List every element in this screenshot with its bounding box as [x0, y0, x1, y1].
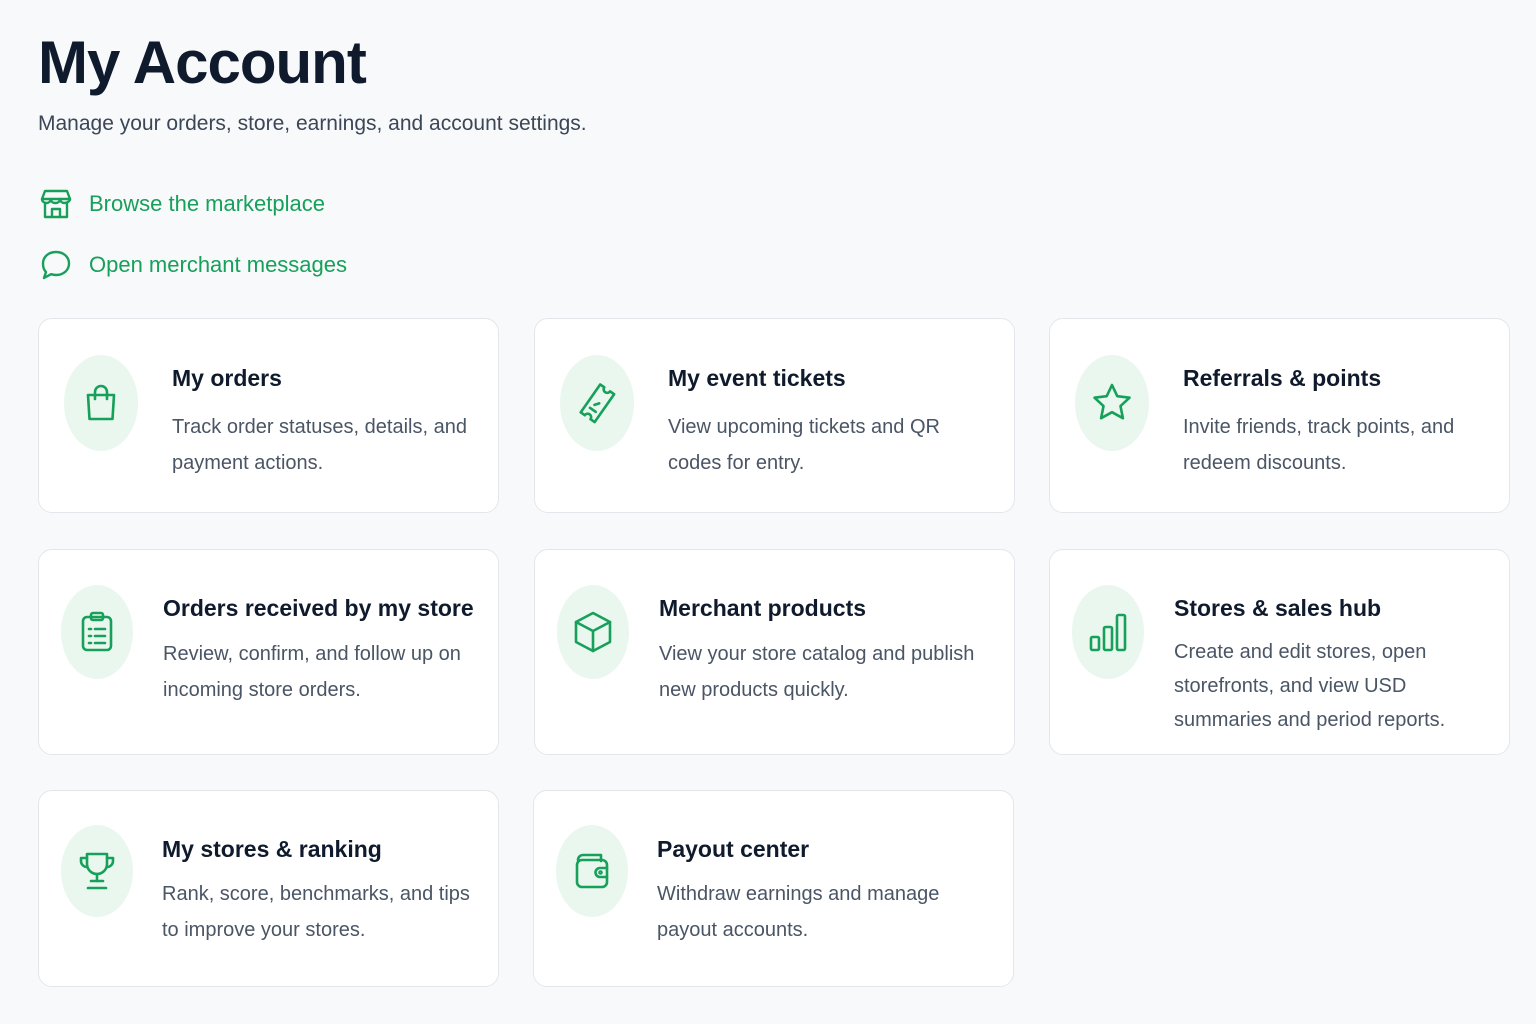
star-icon [1075, 355, 1149, 451]
card-payout-center[interactable]: Payout center Withdraw earnings and mana… [533, 790, 1014, 987]
card-description: View your store catalog and publish new … [659, 643, 975, 701]
card-title: Stores & sales hub [1174, 595, 1382, 621]
card-title: My orders [172, 365, 282, 391]
page-title: My Account [38, 29, 367, 96]
card-my-stores-ranking[interactable]: My stores & ranking Rank, score, benchma… [38, 790, 499, 987]
card-stores-sales-hub[interactable]: Stores & sales hub Create and edit store… [1049, 549, 1510, 755]
card-my-orders[interactable]: My orders Track order statuses, details,… [38, 318, 499, 513]
wallet-icon [556, 825, 628, 917]
card-title: My stores & ranking [162, 836, 382, 862]
card-description: Create and edit stores, open storefronts… [1174, 641, 1446, 731]
ticket-icon [560, 355, 634, 451]
clipboard-list-icon [61, 585, 133, 679]
card-title: My event tickets [668, 365, 846, 391]
card-merchant-products[interactable]: Merchant products View your store catalo… [534, 549, 1015, 755]
box-icon [557, 585, 629, 679]
card-title: Referrals & points [1183, 365, 1382, 391]
page-subtitle: Manage your orders, store, earnings, and… [38, 112, 587, 135]
card-description: Invite friends, track points, and redeem… [1183, 416, 1455, 474]
card-referrals-points[interactable]: Referrals & points Invite friends, track… [1049, 318, 1510, 513]
shopping-bag-icon [64, 355, 138, 451]
storefront-icon [38, 186, 74, 222]
card-description: Review, confirm, and follow up on incomi… [163, 643, 461, 701]
chat-bubble-icon [38, 247, 74, 283]
card-title: Orders received by my store [163, 595, 474, 621]
browse-marketplace-link[interactable]: Browse the marketplace [38, 186, 325, 222]
card-my-event-tickets[interactable]: My event tickets View upcoming tickets a… [534, 318, 1015, 513]
open-merchant-messages-label: Open merchant messages [89, 252, 348, 277]
card-orders-received[interactable]: Orders received by my store Review, conf… [38, 549, 499, 755]
open-merchant-messages-link[interactable]: Open merchant messages [38, 247, 347, 283]
trophy-icon [61, 825, 133, 917]
card-description: View upcoming tickets and QR codes for e… [668, 416, 940, 474]
card-title: Merchant products [659, 595, 867, 621]
card-description: Track order statuses, details, and payme… [172, 416, 467, 474]
card-description: Withdraw earnings and manage payout acco… [657, 883, 940, 941]
card-title: Payout center [657, 836, 810, 862]
browse-marketplace-label: Browse the marketplace [89, 191, 325, 216]
card-description: Rank, score, benchmarks, and tips to imp… [162, 883, 470, 941]
bar-chart-icon [1072, 585, 1144, 679]
